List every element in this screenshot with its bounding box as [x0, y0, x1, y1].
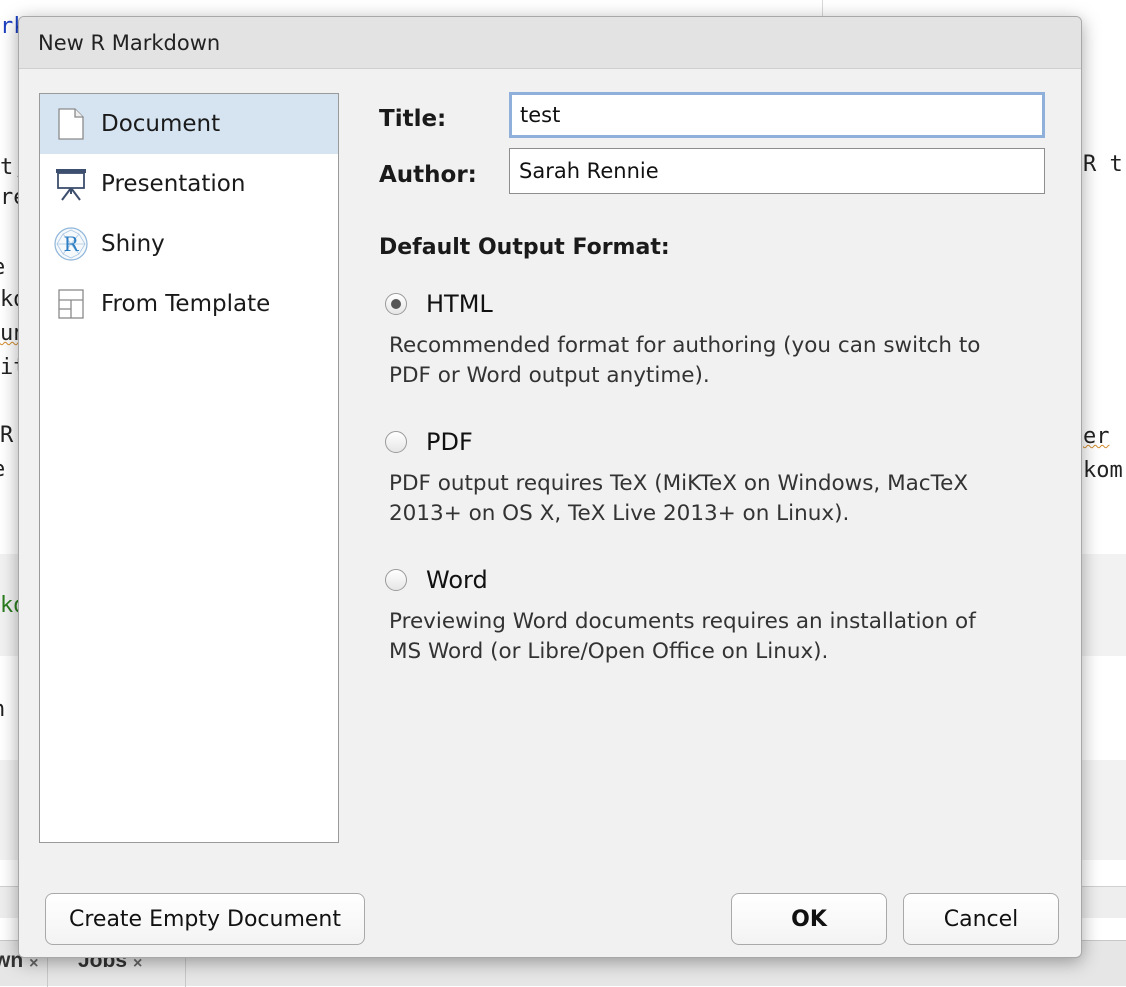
html-format-radio[interactable]	[385, 293, 407, 315]
ok-button[interactable]: OK	[731, 893, 887, 945]
presentation-icon	[54, 167, 88, 201]
dialog-titlebar[interactable]: New R Markdown	[19, 17, 1081, 69]
template-icon	[56, 287, 86, 321]
cancel-button[interactable]: Cancel	[903, 893, 1059, 945]
shiny-r-icon: R	[53, 226, 89, 262]
code-fragment: kom	[1083, 458, 1123, 483]
html-format-label[interactable]: HTML	[426, 290, 493, 318]
template-label: Shiny	[101, 231, 165, 257]
template-label: Document	[101, 111, 221, 137]
code-fragment: e	[0, 457, 5, 483]
pdf-format-description: PDF output requires TeX (MiKTeX on Windo…	[389, 469, 1049, 529]
description-line: PDF output requires TeX (MiKTeX on Windo…	[389, 471, 969, 496]
word-format-description: Previewing Word documents requires an in…	[389, 607, 1049, 667]
pdf-format-radio[interactable]	[385, 431, 407, 453]
svg-text:R: R	[63, 232, 79, 256]
pdf-format-label[interactable]: PDF	[426, 428, 473, 456]
template-label: From Template	[101, 291, 271, 317]
template-item-shiny[interactable]: R Shiny	[40, 214, 338, 274]
description-line: Recommended format for authoring (you ca…	[389, 333, 981, 358]
dialog-title: New R Markdown	[38, 30, 221, 55]
template-item-from-template[interactable]: From Template	[40, 274, 338, 334]
author-label: Author:	[379, 162, 477, 188]
code-fragment: R	[0, 423, 14, 448]
default-output-format-label: Default Output Format:	[379, 235, 670, 260]
description-line: 2013+ on OS X, TeX Live 2013+ on Linux).	[389, 501, 850, 526]
title-input[interactable]	[509, 92, 1045, 138]
template-item-document[interactable]: Document	[40, 94, 338, 154]
template-type-list: Document Presentation R Shiny From Templ…	[39, 93, 339, 843]
description-line: MS Word (or Libre/Open Office on Linux).	[389, 639, 829, 664]
code-fragment: R t	[1083, 152, 1123, 177]
radio-selected-dot	[391, 299, 401, 309]
create-empty-document-button[interactable]: Create Empty Document	[45, 893, 365, 945]
description-line: PDF or Word output anytime).	[389, 363, 710, 388]
author-input[interactable]	[509, 148, 1045, 194]
code-fragment: er	[1083, 424, 1110, 449]
title-label: Title:	[379, 106, 447, 132]
code-fragment: e	[0, 255, 5, 281]
template-item-presentation[interactable]: Presentation	[40, 154, 338, 214]
word-format-radio[interactable]	[385, 569, 407, 591]
code-fragment: n	[0, 697, 5, 723]
document-icon	[56, 107, 86, 141]
new-r-markdown-dialog: New R Markdown Document Presentation R S…	[18, 16, 1082, 958]
html-format-description: Recommended format for authoring (you ca…	[389, 331, 1049, 391]
description-line: Previewing Word documents requires an in…	[389, 609, 976, 634]
template-label: Presentation	[101, 171, 246, 197]
word-format-label[interactable]: Word	[426, 566, 488, 594]
